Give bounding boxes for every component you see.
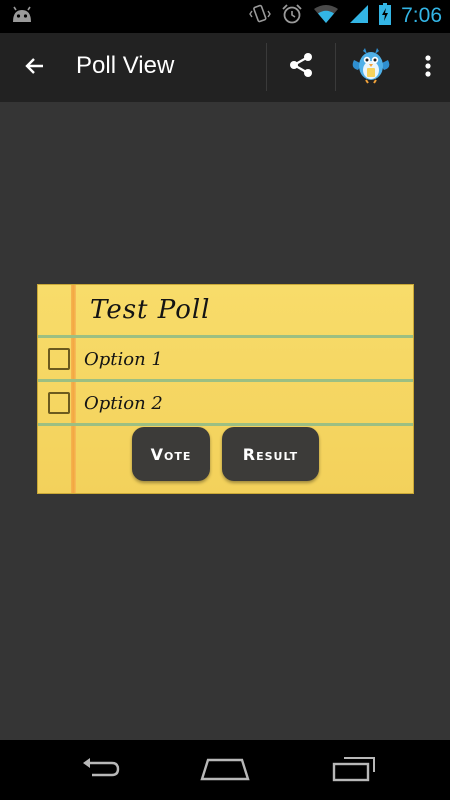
vote-button[interactable]: Vote — [132, 427, 210, 481]
app-bird-icon — [350, 46, 392, 88]
result-button[interactable]: Result — [222, 427, 319, 481]
android-icon — [10, 6, 34, 30]
nav-home-icon — [200, 757, 250, 785]
battery-charging-icon — [379, 3, 392, 29]
vibrate-icon — [249, 3, 271, 29]
option-checkbox[interactable] — [48, 348, 70, 370]
option-label: Option 1 — [84, 349, 163, 370]
poll-card: Test Poll Option 1 Option 2 Vote Result — [37, 284, 414, 494]
nav-home-button[interactable] — [195, 754, 255, 788]
nav-recents-icon — [330, 756, 376, 786]
share-button[interactable] — [266, 43, 334, 91]
navigation-bar — [0, 740, 450, 800]
nav-recents-button[interactable] — [323, 754, 383, 788]
app-logo-button[interactable] — [335, 43, 405, 91]
paper-rule — [38, 379, 413, 382]
alarm-icon — [281, 3, 303, 29]
page-title: Poll View — [76, 52, 175, 79]
wifi-icon — [313, 4, 339, 28]
option-label: Option 2 — [84, 393, 163, 414]
poll-option[interactable]: Option 1 — [38, 339, 413, 379]
paper-rule — [38, 335, 413, 338]
overflow-menu-icon — [424, 54, 432, 82]
share-icon — [286, 50, 316, 84]
clock: 7:06 — [401, 4, 442, 27]
status-bar: 7:06 — [0, 0, 450, 33]
nav-back-icon — [78, 757, 122, 785]
paper-rule — [38, 423, 413, 426]
signal-icon — [349, 4, 369, 28]
poll-title: Test Poll — [90, 295, 211, 325]
action-bar: Poll View — [0, 33, 450, 102]
option-checkbox[interactable] — [48, 392, 70, 414]
overflow-menu-button[interactable] — [410, 47, 446, 89]
poll-option[interactable]: Option 2 — [38, 383, 413, 423]
back-arrow-icon — [23, 54, 47, 82]
back-button[interactable] — [14, 47, 56, 89]
nav-back-button[interactable] — [70, 754, 130, 788]
